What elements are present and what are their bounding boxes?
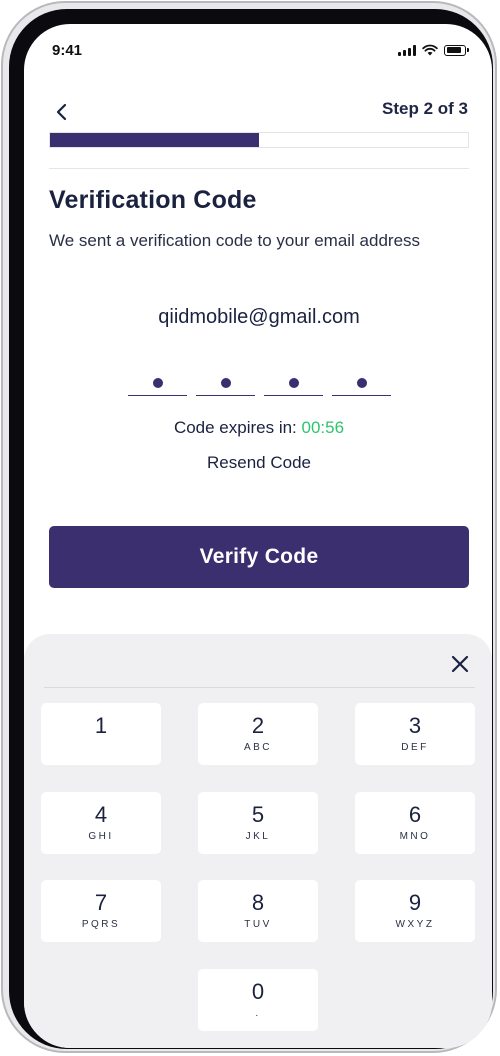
key-digit: 0	[251, 979, 265, 1004]
expiry-timer: 00:56	[301, 418, 345, 437]
keypad-key-6[interactable]: 6 MNO	[355, 792, 475, 854]
masked-digit-dot	[288, 377, 299, 388]
keypad-key-5[interactable]: 5 JKL	[198, 792, 318, 854]
chevron-left-icon	[56, 103, 67, 121]
keypad-key-8[interactable]: 8 TUV	[198, 880, 318, 942]
key-digit: 4	[94, 802, 108, 827]
code-digit-input[interactable]	[264, 370, 323, 396]
keypad-key-3[interactable]: 3 DEF	[355, 703, 475, 765]
key-digit: 3	[408, 713, 422, 738]
close-icon	[451, 655, 469, 673]
keypad-key-1[interactable]: 1	[41, 703, 161, 765]
keypad-divider	[44, 687, 475, 688]
battery-icon	[444, 44, 469, 56]
code-digit-input[interactable]	[196, 370, 255, 396]
progress-bar	[49, 132, 469, 148]
email-address: qiidmobile@gmail.com	[158, 306, 360, 328]
signal-icon	[398, 44, 416, 56]
keypad-close-button[interactable]	[450, 654, 470, 674]
key-digit: 9	[408, 890, 422, 915]
header-divider	[49, 168, 469, 169]
code-expiry-text: Code expires in: 00:56	[24, 418, 492, 438]
wifi-icon	[422, 44, 438, 56]
status-icons	[398, 44, 469, 56]
key-letters: JKL	[245, 831, 271, 842]
resend-code-link[interactable]: Resend Code	[24, 453, 492, 473]
masked-digit-dot	[152, 377, 163, 388]
phone-screen: 9:41 Step 2 of 3 Verification Code We se…	[24, 24, 492, 1048]
keypad-key-4[interactable]: 4 GHI	[41, 792, 161, 854]
key-letters: WXYZ	[395, 919, 435, 930]
key-digit: 6	[408, 802, 422, 827]
device-frame: 9:41 Step 2 of 3 Verification Code We se…	[1, 1, 497, 1053]
key-letters: ABC	[243, 742, 273, 753]
expiry-label: Code expires in:	[173, 418, 302, 437]
key-digit: 5	[251, 802, 265, 827]
page-subtitle: We sent a verification code to your emai…	[49, 231, 421, 250]
numeric-keypad: 1 2 ABC 3 DEF 4 GHI 5 JKL 6 MNO 7 PQRS 8…	[24, 634, 492, 1048]
key-letters: GHI	[88, 831, 114, 842]
step-indicator: Step 2 of 3	[382, 99, 468, 118]
page-title: Verification Code	[49, 186, 257, 214]
key-digit: 7	[94, 890, 108, 915]
status-time: 9:41	[52, 42, 83, 59]
progress-fill	[50, 133, 259, 147]
keypad-key-0[interactable]: 0 .	[198, 969, 318, 1031]
keypad-key-9[interactable]: 9 WXYZ	[355, 880, 475, 942]
device-bezel: 9:41 Step 2 of 3 Verification Code We se…	[9, 9, 493, 1049]
key-digit: 2	[251, 713, 265, 738]
code-input-group	[128, 370, 391, 396]
key-letters: DEF	[401, 742, 429, 753]
key-letters: .	[255, 1008, 261, 1019]
code-digit-input[interactable]	[128, 370, 187, 396]
masked-digit-dot	[220, 377, 231, 388]
key-letters: PQRS	[81, 919, 121, 930]
key-digit: 1	[94, 713, 108, 738]
code-digit-input[interactable]	[332, 370, 391, 396]
verify-code-button[interactable]: Verify Code	[49, 526, 469, 588]
back-button[interactable]	[50, 100, 74, 124]
key-letters: TUV	[244, 919, 272, 930]
keypad-key-2[interactable]: 2 ABC	[198, 703, 318, 765]
key-letters: MNO	[399, 831, 431, 842]
key-digit: 8	[251, 890, 265, 915]
keypad-key-7[interactable]: 7 PQRS	[41, 880, 161, 942]
masked-digit-dot	[356, 377, 367, 388]
